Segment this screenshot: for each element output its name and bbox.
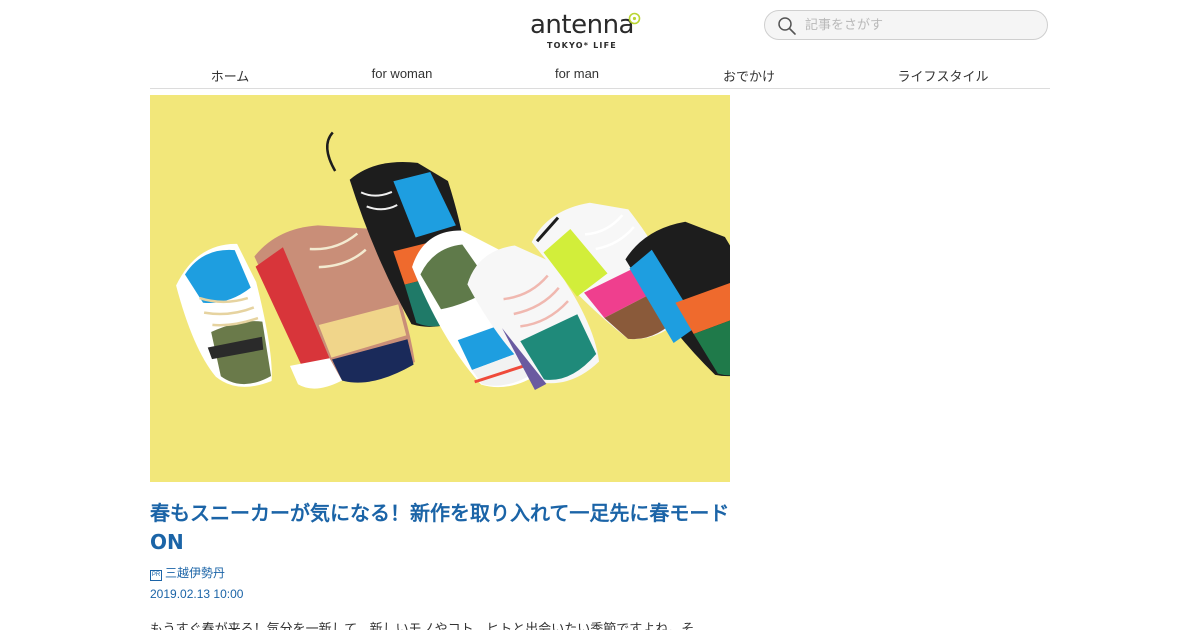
sneakers-photo-icon [150,95,730,482]
article-sponsor: PR 三越伊勢丹 [150,564,225,581]
logo-sun-icon [628,12,641,25]
article-date: 2019.02.13 10:00 [150,587,244,601]
article-title[interactable]: 春もスニーカーが気になる！新作を取り入れて一足先に春モードON [150,499,735,557]
nav-item-odekake[interactable]: おでかけ [723,66,775,85]
search-box[interactable] [764,10,1048,40]
nav-item-for-man[interactable]: for man [555,66,599,81]
nav-item-lifestyle[interactable]: ライフスタイル [897,66,988,85]
logo-tagline: TOKYO* LIFE [547,41,617,50]
search-icon[interactable] [777,16,797,36]
article-excerpt: もうすぐ春が来る！気分を一新して、新しいモノやコト、ヒトと出会いたい季節ですよね… [150,622,695,630]
pr-badge-icon: PR [150,570,162,581]
search-input[interactable] [805,15,1035,35]
logo-wordmark: antenna [530,10,635,40]
sponsor-link[interactable]: 三越伊勢丹 [165,566,225,580]
article-hero-image[interactable] [150,95,730,482]
nav-item-for-woman[interactable]: for woman [372,66,433,81]
main-nav: ホーム for woman for man おでかけ ライフスタイル [150,60,1050,89]
site-logo[interactable]: antenna TOKYO* LIFE [530,10,642,52]
site-header: antenna TOKYO* LIFE [150,0,1050,60]
page: antenna TOKYO* LIFE ホーム for woman for ma… [0,0,1200,630]
nav-item-home[interactable]: ホーム [211,66,250,85]
